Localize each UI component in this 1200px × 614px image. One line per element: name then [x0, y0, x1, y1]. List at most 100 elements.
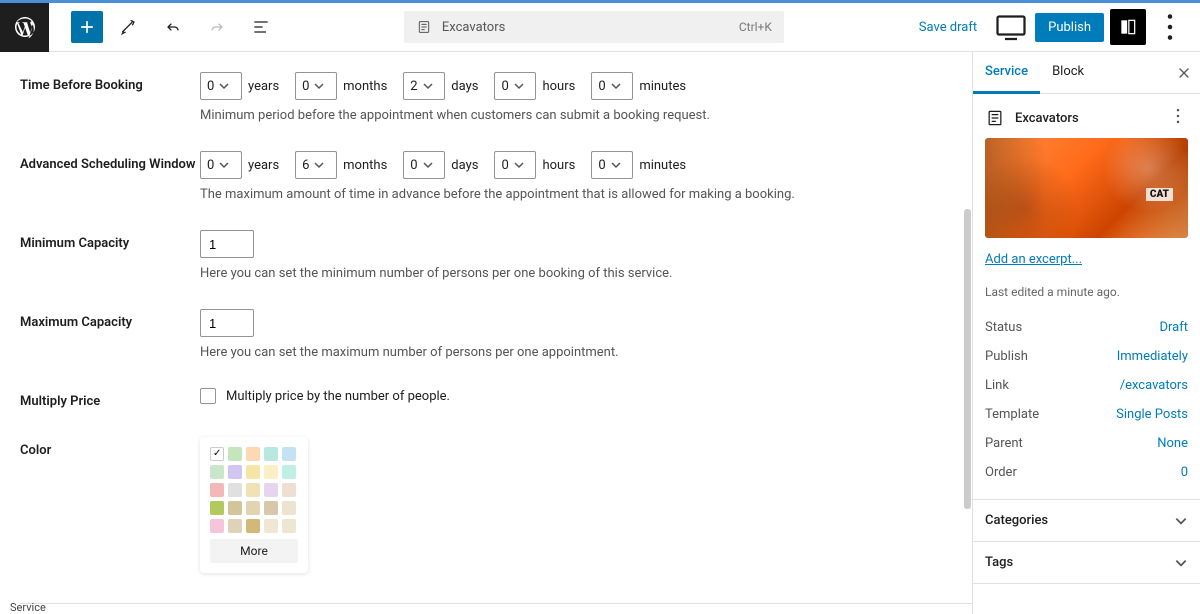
- sidebar-actions-menu[interactable]: [1168, 106, 1188, 130]
- color-swatch[interactable]: [228, 501, 242, 515]
- panel-tags[interactable]: Tags: [973, 542, 1200, 584]
- color-swatch[interactable]: [210, 465, 224, 479]
- color-swatch[interactable]: [210, 501, 224, 515]
- time-before-help: Minimum period before the appointment wh…: [200, 108, 972, 123]
- min-capacity-help: Here you can set the minimum number of p…: [200, 266, 972, 281]
- color-swatch[interactable]: [282, 501, 296, 515]
- document-title: Excavators: [442, 20, 505, 35]
- meta-link-key: Link: [985, 378, 1009, 393]
- unit-years-label: years: [248, 79, 279, 94]
- meta-publish-key: Publish: [985, 349, 1028, 364]
- options-menu-button[interactable]: [1152, 9, 1188, 45]
- sidebar-post-title: Excavators: [1015, 111, 1079, 126]
- chevron-down-icon: [1174, 514, 1188, 528]
- settings-sidebar: Service Block Excavators Add an excerpt.…: [972, 52, 1200, 614]
- color-swatch[interactable]: [246, 501, 260, 515]
- color-swatch[interactable]: [246, 519, 260, 533]
- min-capacity-input[interactable]: [200, 230, 254, 258]
- unit-months-label: months: [343, 79, 387, 94]
- color-palette: More: [200, 437, 308, 573]
- time-before-months-select[interactable]: 0: [295, 72, 337, 100]
- unit-minutes-label: minutes: [639, 79, 686, 94]
- adv-window-help: The maximum amount of time in advance be…: [200, 187, 972, 202]
- preview-button[interactable]: [993, 9, 1029, 45]
- post-type-icon: [416, 19, 432, 35]
- adv-window-hours-select[interactable]: 0: [494, 151, 536, 179]
- meta-order-value[interactable]: 0: [1181, 465, 1188, 480]
- color-swatch[interactable]: [282, 447, 296, 461]
- time-before-minutes-select[interactable]: 0: [591, 72, 633, 100]
- unit-hours-label: hours: [542, 79, 575, 94]
- color-swatch[interactable]: [210, 483, 224, 497]
- max-capacity-label: Maximum Capacity: [20, 309, 200, 330]
- max-capacity-help: Here you can set the maximum number of p…: [200, 345, 972, 360]
- tab-service[interactable]: Service: [973, 52, 1040, 94]
- breadcrumb[interactable]: Service: [10, 601, 46, 614]
- undo-button[interactable]: [155, 9, 191, 45]
- color-swatch[interactable]: [246, 465, 260, 479]
- meta-template-value[interactable]: Single Posts: [1116, 407, 1188, 422]
- close-sidebar-button[interactable]: [1174, 63, 1194, 83]
- panel-categories[interactable]: Categories: [973, 500, 1200, 542]
- unit-minutes-label: minutes: [639, 158, 686, 173]
- document-overview-button[interactable]: [243, 9, 279, 45]
- color-swatch[interactable]: [264, 483, 278, 497]
- color-swatch[interactable]: [282, 483, 296, 497]
- color-swatch[interactable]: [228, 465, 242, 479]
- time-before-booking-label: Time Before Booking: [20, 72, 200, 93]
- color-swatch[interactable]: [246, 447, 260, 461]
- adv-window-days-select[interactable]: 0: [403, 151, 445, 179]
- wordpress-logo[interactable]: [0, 3, 49, 52]
- color-label: Color: [20, 437, 200, 458]
- meta-status-value[interactable]: Draft: [1159, 320, 1188, 335]
- save-draft-button[interactable]: Save draft: [909, 14, 987, 41]
- color-swatch[interactable]: [246, 483, 260, 497]
- shortcut-hint: Ctrl+K: [739, 20, 772, 34]
- color-swatch[interactable]: [228, 447, 242, 461]
- meta-parent-value[interactable]: None: [1157, 436, 1188, 451]
- unit-years-label: years: [248, 158, 279, 173]
- meta-link-value[interactable]: /excavators: [1120, 378, 1188, 393]
- post-type-icon: [985, 108, 1005, 128]
- multiply-price-checkbox[interactable]: [200, 388, 216, 404]
- time-before-days-select[interactable]: 2: [403, 72, 445, 100]
- min-capacity-label: Minimum Capacity: [20, 230, 200, 251]
- meta-template-key: Template: [985, 407, 1039, 422]
- unit-hours-label: hours: [542, 158, 575, 173]
- color-swatch[interactable]: [228, 519, 242, 533]
- color-swatch[interactable]: [264, 501, 278, 515]
- color-swatch[interactable]: [264, 447, 278, 461]
- time-before-hours-select[interactable]: 0: [494, 72, 536, 100]
- adv-window-label: Advanced Scheduling Window: [20, 151, 200, 172]
- unit-months-label: months: [343, 158, 387, 173]
- chevron-down-icon: [1174, 556, 1188, 570]
- settings-toggle-button[interactable]: [1110, 9, 1146, 45]
- multiply-price-label: Multiply Price: [20, 388, 200, 409]
- tab-block[interactable]: Block: [1040, 52, 1096, 93]
- more-colors-button[interactable]: More: [210, 539, 298, 563]
- publish-button[interactable]: Publish: [1035, 13, 1104, 42]
- block-editor-canvas: Time Before Booking 0 years 0 months 2 d…: [0, 52, 972, 614]
- adv-window-months-select[interactable]: 6: [295, 151, 337, 179]
- add-excerpt-link[interactable]: Add an excerpt...: [985, 252, 1082, 267]
- unit-days-label: days: [451, 79, 478, 94]
- tools-button[interactable]: [111, 9, 147, 45]
- color-swatch[interactable]: [282, 465, 296, 479]
- meta-publish-value[interactable]: Immediately: [1117, 349, 1188, 364]
- meta-status-key: Status: [985, 320, 1022, 335]
- document-title-bar[interactable]: Excavators Ctrl+K: [404, 11, 784, 43]
- color-swatch[interactable]: [282, 519, 296, 533]
- featured-image[interactable]: [985, 138, 1188, 238]
- add-block-button[interactable]: [71, 11, 103, 43]
- color-swatch[interactable]: [210, 519, 224, 533]
- color-swatch[interactable]: [264, 519, 278, 533]
- color-swatch[interactable]: [264, 465, 278, 479]
- adv-window-years-select[interactable]: 0: [200, 151, 242, 179]
- content-scrollbar[interactable]: [964, 49, 972, 611]
- time-before-years-select[interactable]: 0: [200, 72, 242, 100]
- redo-button[interactable]: [199, 9, 235, 45]
- color-swatch[interactable]: [210, 447, 224, 461]
- adv-window-minutes-select[interactable]: 0: [591, 151, 633, 179]
- max-capacity-input[interactable]: [200, 309, 254, 337]
- color-swatch[interactable]: [228, 483, 242, 497]
